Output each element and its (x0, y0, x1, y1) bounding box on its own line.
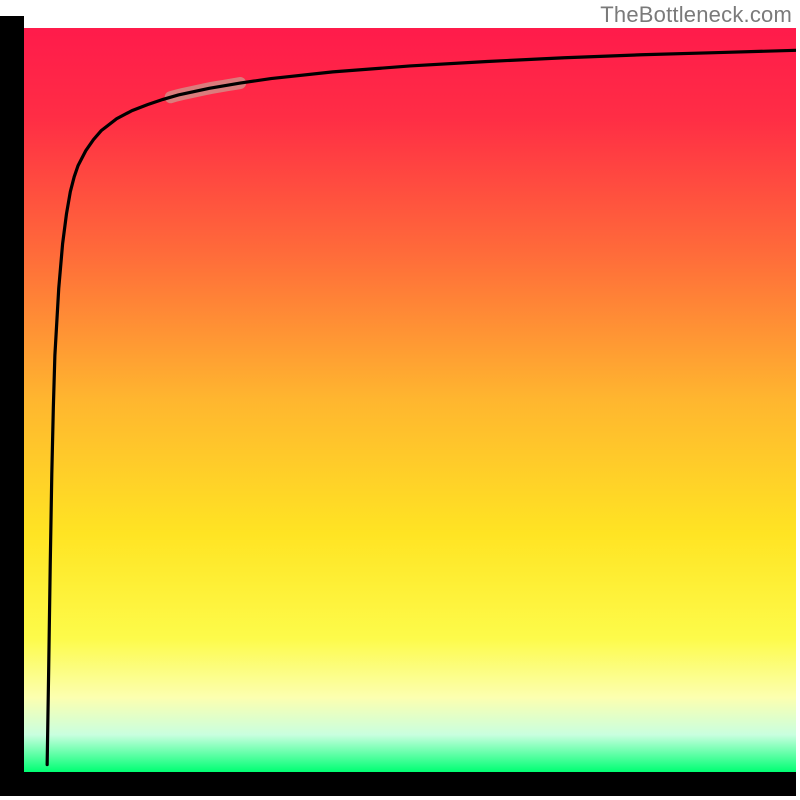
plot-background (24, 28, 796, 772)
chart-svg (0, 0, 800, 800)
chart-container: { "attribution": "TheBottleneck.com", "c… (0, 0, 800, 800)
